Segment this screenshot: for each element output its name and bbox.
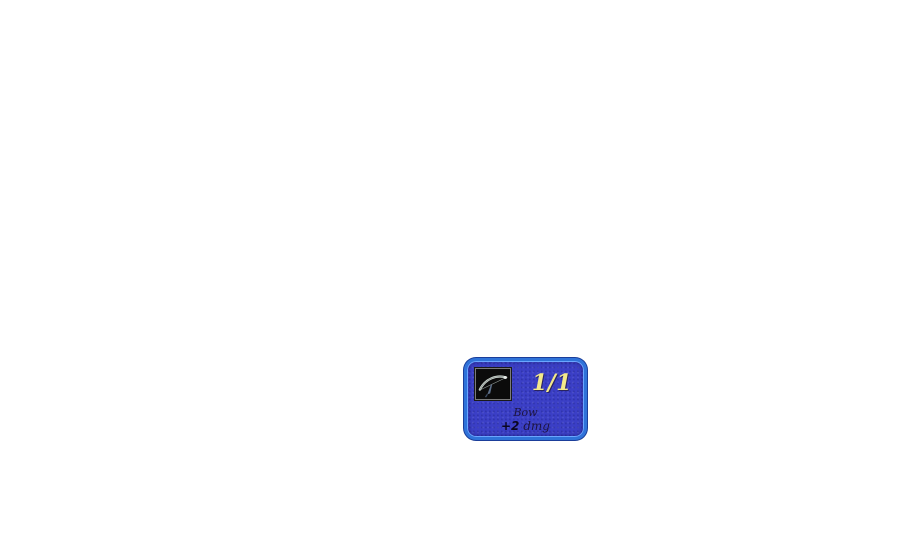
damage-bonus: +2 dmg: [467, 419, 584, 433]
unit-count: 1/1: [531, 370, 572, 396]
unit-card-bow[interactable]: 1/1 Bow +2 dmg: [464, 358, 587, 440]
bow-icon: [475, 368, 511, 400]
game-stage: 1/1 Bow +2 dmg: [0, 0, 900, 550]
bonus-value: +2: [501, 419, 520, 433]
item-name: Bow: [513, 406, 538, 419]
bonus-unit: dmg: [523, 419, 550, 433]
